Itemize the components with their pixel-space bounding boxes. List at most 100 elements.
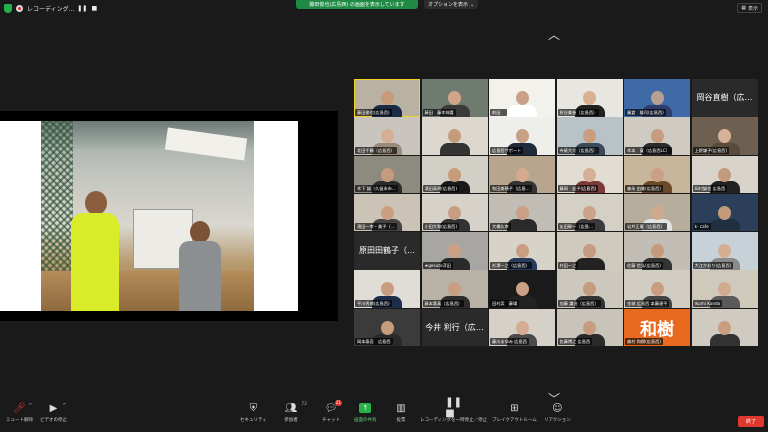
participant-tile[interactable]: 岩井正憲（広島西） xyxy=(624,193,690,232)
speaker-banner: 藤田俊也(広島西) の画面を表示しています xyxy=(296,0,418,9)
microphone-muted-icon: 🎤︎ ^ xyxy=(13,402,33,414)
participant-tile[interactable]: 金城 広島西 本藤達平 xyxy=(624,270,690,308)
participant-tile[interactable]: 藤岡 宏子(広島西) xyxy=(556,155,623,194)
participant-tile[interactable]: 森永 由美(広島西) xyxy=(624,155,690,194)
security-button[interactable]: ⛨ セキュリティ xyxy=(240,402,267,430)
participant-tile[interactable]: 濱田高明(広島西) xyxy=(421,155,488,194)
participant-face xyxy=(583,205,596,220)
reactions-label: リアクション xyxy=(544,418,571,423)
participant-tile[interactable]: 岡村誠也 広島西 xyxy=(691,155,758,194)
participant-face xyxy=(583,320,596,335)
participant-face xyxy=(448,129,461,144)
participant-tile[interactable]: 大江かおり(広島西) xyxy=(691,232,758,270)
participant-name: 前田 xyxy=(490,108,507,116)
recording-label: レコーディング... xyxy=(27,5,75,13)
participant-tile[interactable] xyxy=(691,308,758,347)
participant-name: 村田一之 xyxy=(557,261,579,269)
participant-tile[interactable]: 前田 xyxy=(489,79,555,117)
participant-tile[interactable]: 広島西サポート xyxy=(489,117,555,155)
participant-tile[interactable]: k- cafe xyxy=(691,193,758,232)
participant-tile[interactable]: 藤田俊也(広島西) xyxy=(354,79,420,117)
recording-button[interactable]: ❚❚ ■ レコーディングを一時停止／停止 xyxy=(420,397,487,430)
participant-tile[interactable]: Ikumi Kondo xyxy=(691,270,758,308)
participant-body xyxy=(507,104,537,117)
participant-name: 藤川まゆみ 広島西 xyxy=(490,338,529,346)
meeting-toolbar: 🎤︎ ^ ミュート解除 ▶︎ ^ ビデオの停止 ⛨ セキュリティ 👥︎ 72 参加者 … xyxy=(0,397,768,432)
participant-tile[interactable]: 藤川まゆみ 広島西 xyxy=(489,308,555,347)
polls-label: 投票 xyxy=(396,418,406,423)
participant-tile[interactable]: 今井 利行（広… xyxy=(421,308,488,347)
participant-tile[interactable]: 平川秀典(広島西) xyxy=(354,270,420,308)
participant-face xyxy=(515,244,529,259)
chat-button[interactable]: 💬︎ 21 チャット xyxy=(322,400,342,430)
participant-face xyxy=(380,282,394,297)
smile-icon: ☺ xyxy=(552,402,563,414)
chevron-down-icon: ⌄ xyxy=(470,1,475,8)
mute-button[interactable]: 🎤︎ ^ ミュート解除 xyxy=(6,402,33,430)
chevron-up-icon[interactable]: ︿ xyxy=(548,26,560,43)
participant-tile[interactable]: 友田幹一（広島… xyxy=(556,193,623,232)
participant-face xyxy=(718,282,731,297)
participant-tile[interactable]: 佐藤 信弘(広島西) xyxy=(624,232,690,270)
participant-tile[interactable]: 木本 寛（広島西LC） xyxy=(624,117,690,155)
participant-name-large: 岡谷直樹（広… xyxy=(696,93,753,103)
view-button[interactable]: ▦ 表示 xyxy=(737,3,762,13)
participant-tile[interactable]: 木下 誠（久留米市… xyxy=(354,155,420,194)
participant-tile[interactable]: 北田千鶴（広島西） xyxy=(354,117,420,155)
participant-face xyxy=(650,205,664,220)
breakout-rooms-button[interactable]: ⊞ ブレイクアウトルーム xyxy=(492,402,537,430)
chat-label: チャット xyxy=(322,418,340,423)
participant-tile[interactable] xyxy=(421,117,488,155)
participant-name: 田村実 藤場 xyxy=(490,299,520,307)
participant-name: 佐藤博之 広島西 xyxy=(557,338,593,346)
participant-tile[interactable]: 寺尾大介（広島西） xyxy=(556,117,623,155)
participant-tile[interactable]: 秋谷美香（広島西） xyxy=(556,79,623,117)
participant-tile[interactable]: 原田田鶴子（… xyxy=(354,232,420,270)
participant-tile[interactable]: 上野謙子(広島西) xyxy=(691,117,758,155)
participant-tile[interactable]: 和田美穂子（広島… xyxy=(489,155,555,194)
participant-tile[interactable]: 岡谷直樹（広… xyxy=(691,79,758,117)
reactions-button[interactable]: ☺ リアクション xyxy=(544,402,571,430)
participant-tile[interactable]: 加藤 謙治（広島西） xyxy=(556,270,623,308)
participant-tile[interactable]: 岡本泰吾 広島西 xyxy=(354,308,420,347)
view-options-label: オプションを表示 xyxy=(428,2,469,8)
participant-tile[interactable]: 佐藤博之 広島西 xyxy=(556,308,623,347)
chat-badge: 21 xyxy=(334,400,342,406)
participant-tile[interactable]: 濱田一幸・美子（… xyxy=(354,193,420,232)
participant-tile[interactable]: 廣倉 雄司(広島西) xyxy=(624,79,690,117)
participant-tile[interactable]: ★gesuto浮田 xyxy=(421,232,488,270)
participant-body xyxy=(574,257,605,270)
view-options-button[interactable]: オプションを表示 ⌄ xyxy=(424,0,479,9)
share-screen-button[interactable]: ↑ 画面の共有 xyxy=(354,402,377,430)
participants-button[interactable]: 👥︎ 72 参加者 xyxy=(284,402,307,430)
participant-tile[interactable]: 大橋久幸 xyxy=(489,193,555,232)
participant-name: ★gesuto浮田 xyxy=(422,261,453,269)
shield-icon[interactable] xyxy=(4,3,12,13)
participant-tile[interactable]: 杉澤一之（広島西） xyxy=(489,232,555,270)
participant-name: 廣倉 雄司(広島西) xyxy=(625,108,666,116)
participant-name: 藤田 藤木伸喜 xyxy=(422,108,456,116)
stop-icon[interactable]: ■ xyxy=(90,4,98,12)
end-meeting-button[interactable]: 終了 xyxy=(738,416,764,427)
participant-tile[interactable]: 藤本惠真（広島西） xyxy=(421,270,488,308)
participant-name: 北田千鶴（広島西） xyxy=(355,146,397,154)
participant-name: 佐藤 信弘(広島西) xyxy=(625,261,663,269)
participant-name: 木下 誠（久留米市… xyxy=(355,185,399,193)
participant-tile[interactable]: 田村実 藤場 xyxy=(489,270,555,308)
participant-tile[interactable]: 村田一之 xyxy=(556,232,623,270)
participant-name: 小田大和(広島西) xyxy=(422,223,460,231)
participant-name: 広島西サポート xyxy=(490,146,524,154)
participant-face xyxy=(650,244,664,259)
participant-body xyxy=(439,142,470,155)
participant-face xyxy=(448,205,461,220)
participant-face xyxy=(583,167,596,182)
video-label: ビデオの停止 xyxy=(40,418,67,423)
shared-screen[interactable] xyxy=(0,111,338,321)
pause-icon[interactable]: ❚❚ xyxy=(77,4,87,12)
polls-button[interactable]: ▥ 投票 xyxy=(394,402,408,430)
participant-tile[interactable]: 和樹 森村 和樹(広島西) xyxy=(624,308,690,347)
guest-person xyxy=(177,221,223,311)
participant-tile[interactable]: 小田大和(広島西) xyxy=(421,193,488,232)
participant-tile[interactable]: 藤田 藤木伸喜 xyxy=(421,79,488,117)
video-button[interactable]: ▶︎ ^ ビデオの停止 xyxy=(40,402,67,430)
